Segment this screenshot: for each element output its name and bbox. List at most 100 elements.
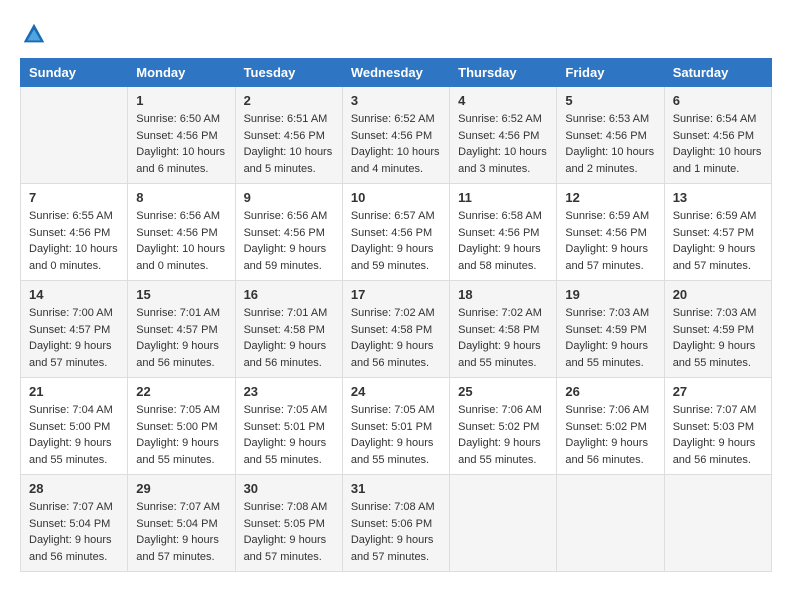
day-number: 18 [458,287,548,302]
calendar-cell: 2Sunrise: 6:51 AMSunset: 4:56 PMDaylight… [235,87,342,184]
day-info: Sunrise: 7:02 AMSunset: 4:58 PMDaylight:… [458,305,548,371]
day-info: Sunrise: 7:06 AMSunset: 5:02 PMDaylight:… [458,402,548,468]
day-number: 9 [244,190,334,205]
day-info: Sunrise: 7:07 AMSunset: 5:04 PMDaylight:… [136,499,226,565]
day-number: 31 [351,481,441,496]
day-number: 16 [244,287,334,302]
day-number: 1 [136,93,226,108]
day-info: Sunrise: 7:08 AMSunset: 5:06 PMDaylight:… [351,499,441,565]
calendar-cell: 20 Sunrise: 7:03 AMSunset: 4:59 PMDayligh… [664,281,771,378]
day-number: 11 [458,190,548,205]
calendar-cell: 18 Sunrise: 7:02 AMSunset: 4:58 PMDayligh… [450,281,557,378]
day-number: 17 [351,287,441,302]
calendar-cell: 8 Sunrise: 6:56 AMSunset: 4:56 PMDaylight… [128,184,235,281]
day-info: Sunrise: 7:05 AMSunset: 5:01 PMDaylight:… [351,402,441,468]
calendar-cell: 7 Sunrise: 6:55 AMSunset: 4:56 PMDaylight… [21,184,128,281]
day-info: Sunrise: 6:56 AMSunset: 4:56 PMDaylight:… [244,208,334,274]
day-number: 7 [29,190,119,205]
day-info: Sunrise: 6:54 AMSunset: 4:56 PMDaylight:… [673,111,763,177]
header-friday: Friday [557,59,664,87]
day-number: 25 [458,384,548,399]
calendar-cell: 3 Sunrise: 6:52 AMSunset: 4:56 PMDaylight… [342,87,449,184]
day-number: 30 [244,481,334,496]
day-number: 23 [244,384,334,399]
day-number: 3 [351,93,441,108]
day-info: Sunrise: 6:58 AMSunset: 4:56 PMDaylight:… [458,208,548,274]
logo-icon [20,20,48,48]
calendar-cell: 29 Sunrise: 7:07 AMSunset: 5:04 PMDayligh… [128,475,235,572]
calendar-cell: 19Sunrise: 7:03 AMSunset: 4:59 PMDayligh… [557,281,664,378]
calendar-cell: 30 Sunrise: 7:08 AMSunset: 5:05 PMDayligh… [235,475,342,572]
calendar-cell: 23 Sunrise: 7:05 AMSunset: 5:01 PMDayligh… [235,378,342,475]
page-header [20,20,772,48]
day-number: 20 [673,287,763,302]
calendar-cell: 26 Sunrise: 7:06 AMSunset: 5:02 PMDayligh… [557,378,664,475]
calendar-cell: 28 Sunrise: 7:07 AMSunset: 5:04 PMDayligh… [21,475,128,572]
day-number: 26 [565,384,655,399]
day-number: 27 [673,384,763,399]
day-info: Sunrise: 7:00 AMSunset: 4:57 PMDaylight:… [29,305,119,371]
day-info: Sunrise: 7:01 AMSunset: 4:57 PMDaylight:… [136,305,226,371]
day-info: Sunrise: 7:02 AMSunset: 4:58 PMDaylight:… [351,305,441,371]
day-info: Sunrise: 7:05 AMSunset: 5:01 PMDaylight:… [244,402,334,468]
day-number: 2 [244,93,334,108]
calendar-week-1: 1 Sunrise: 6:50 AMSunset: 4:56 PMDaylight… [21,87,772,184]
day-number: 21 [29,384,119,399]
calendar-cell [21,87,128,184]
calendar-cell: 17 Sunrise: 7:02 AMSunset: 4:58 PMDayligh… [342,281,449,378]
day-info: Sunrise: 7:08 AMSunset: 5:05 PMDaylight:… [244,499,334,565]
calendar-cell: 16Sunrise: 7:01 AMSunset: 4:58 PMDayligh… [235,281,342,378]
day-number: 13 [673,190,763,205]
header-saturday: Saturday [664,59,771,87]
calendar-week-4: 21 Sunrise: 7:04 AMSunset: 5:00 PMDayligh… [21,378,772,475]
day-info: Sunrise: 7:06 AMSunset: 5:02 PMDaylight:… [565,402,655,468]
calendar-table: SundayMondayTuesdayWednesdayThursdayFrid… [20,58,772,572]
day-number: 8 [136,190,226,205]
day-number: 24 [351,384,441,399]
day-info: Sunrise: 7:03 AMSunset: 4:59 PMDaylight:… [565,305,655,371]
calendar-header-row: SundayMondayTuesdayWednesdayThursdayFrid… [21,59,772,87]
calendar-cell: 1 Sunrise: 6:50 AMSunset: 4:56 PMDaylight… [128,87,235,184]
day-info: Sunrise: 7:07 AMSunset: 5:03 PMDaylight:… [673,402,763,468]
calendar-week-2: 7 Sunrise: 6:55 AMSunset: 4:56 PMDaylight… [21,184,772,281]
day-number: 5 [565,93,655,108]
calendar-cell [450,475,557,572]
day-number: 12 [565,190,655,205]
calendar-cell: 22 Sunrise: 7:05 AMSunset: 5:00 PMDayligh… [128,378,235,475]
header-tuesday: Tuesday [235,59,342,87]
calendar-cell: 6 Sunrise: 6:54 AMSunset: 4:56 PMDaylight… [664,87,771,184]
day-info: Sunrise: 6:52 AMSunset: 4:56 PMDaylight:… [351,111,441,177]
day-number: 6 [673,93,763,108]
day-info: Sunrise: 6:53 AMSunset: 4:56 PMDaylight:… [565,111,655,177]
calendar-cell: 27 Sunrise: 7:07 AMSunset: 5:03 PMDayligh… [664,378,771,475]
calendar-cell: 13 Sunrise: 6:59 AMSunset: 4:57 PMDayligh… [664,184,771,281]
day-number: 28 [29,481,119,496]
calendar-cell: 10Sunrise: 6:57 AMSunset: 4:56 PMDayligh… [342,184,449,281]
day-number: 10 [351,190,441,205]
day-info: Sunrise: 7:04 AMSunset: 5:00 PMDaylight:… [29,402,119,468]
calendar-cell: 11 Sunrise: 6:58 AMSunset: 4:56 PMDayligh… [450,184,557,281]
calendar-cell: 5 Sunrise: 6:53 AMSunset: 4:56 PMDaylight… [557,87,664,184]
day-info: Sunrise: 6:50 AMSunset: 4:56 PMDaylight:… [136,111,226,177]
calendar-cell [664,475,771,572]
day-info: Sunrise: 6:56 AMSunset: 4:56 PMDaylight:… [136,208,226,274]
calendar-week-3: 14 Sunrise: 7:00 AMSunset: 4:57 PMDayligh… [21,281,772,378]
day-number: 15 [136,287,226,302]
day-info: Sunrise: 7:05 AMSunset: 5:00 PMDaylight:… [136,402,226,468]
day-info: Sunrise: 6:59 AMSunset: 4:57 PMDaylight:… [673,208,763,274]
calendar-cell: 25 Sunrise: 7:06 AMSunset: 5:02 PMDayligh… [450,378,557,475]
day-info: Sunrise: 6:52 AMSunset: 4:56 PMDaylight:… [458,111,548,177]
day-info: Sunrise: 6:55 AMSunset: 4:56 PMDaylight:… [29,208,119,274]
calendar-week-5: 28 Sunrise: 7:07 AMSunset: 5:04 PMDayligh… [21,475,772,572]
day-number: 29 [136,481,226,496]
day-info: Sunrise: 7:03 AMSunset: 4:59 PMDaylight:… [673,305,763,371]
calendar-cell: 14 Sunrise: 7:00 AMSunset: 4:57 PMDayligh… [21,281,128,378]
day-number: 14 [29,287,119,302]
calendar-cell: 21 Sunrise: 7:04 AMSunset: 5:00 PMDayligh… [21,378,128,475]
day-info: Sunrise: 7:07 AMSunset: 5:04 PMDaylight:… [29,499,119,565]
header-sunday: Sunday [21,59,128,87]
calendar-cell: 31 Sunrise: 7:08 AMSunset: 5:06 PMDayligh… [342,475,449,572]
header-thursday: Thursday [450,59,557,87]
calendar-cell: 12Sunrise: 6:59 AMSunset: 4:56 PMDayligh… [557,184,664,281]
day-number: 22 [136,384,226,399]
